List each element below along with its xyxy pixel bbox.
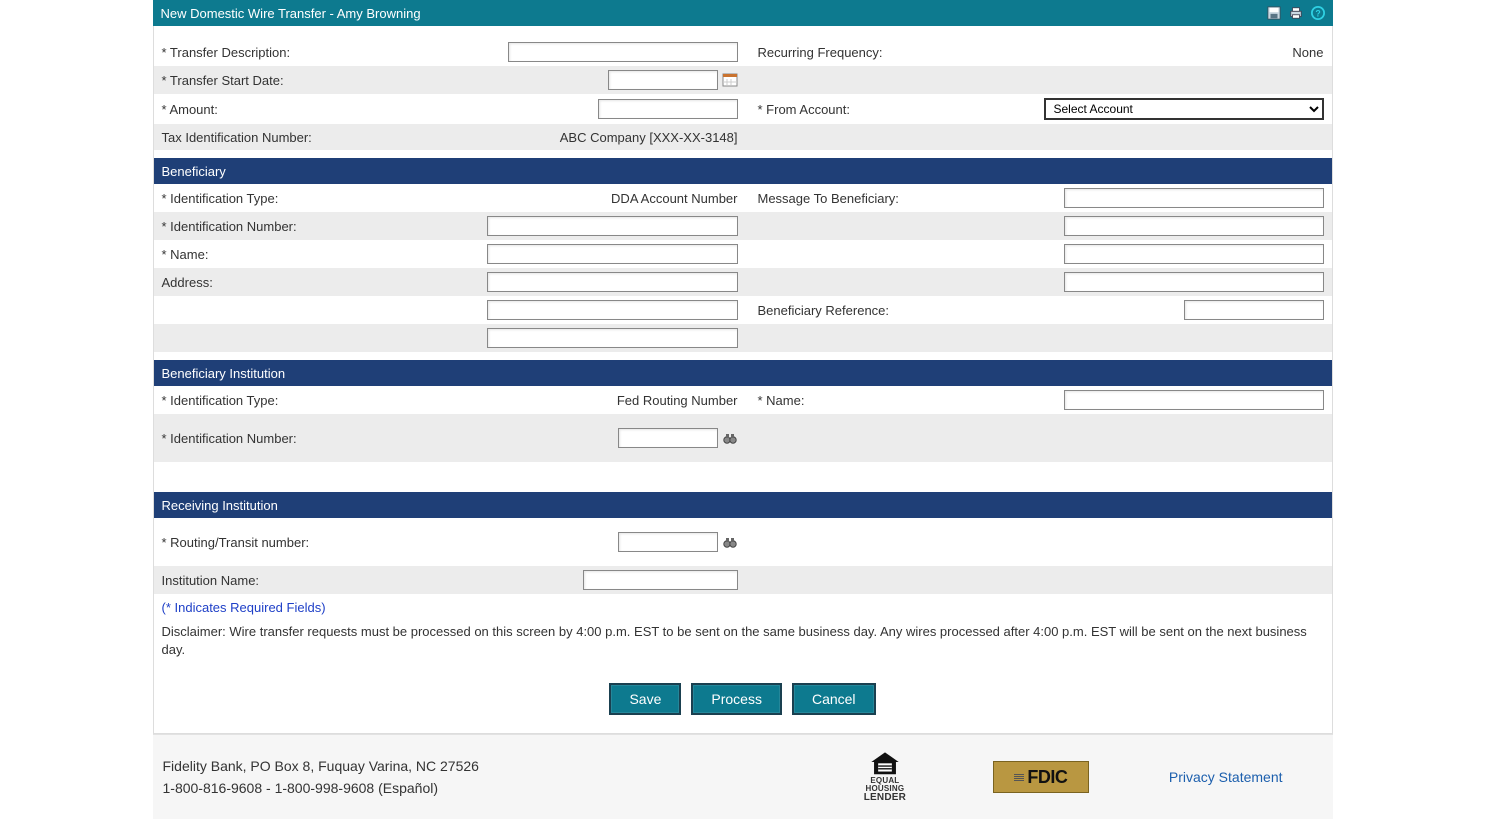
save-disk-icon[interactable] (1267, 6, 1281, 20)
bene-msg-input-2[interactable] (1064, 216, 1324, 236)
amount-label: * Amount: (154, 98, 479, 121)
amount-input[interactable] (598, 99, 738, 119)
bene-inst-id-number-label: * Identification Number: (154, 427, 479, 450)
bene-address-label: Address: (154, 271, 479, 294)
binoculars-icon[interactable] (722, 534, 738, 550)
receiving-institution-section-header: Receiving Institution (154, 492, 1332, 518)
bene-ref-input[interactable] (1184, 300, 1324, 320)
institution-name-label: Institution Name: (154, 569, 479, 592)
window-title-bar: New Domestic Wire Transfer - Amy Brownin… (153, 0, 1333, 26)
bene-inst-name-input[interactable] (1064, 390, 1324, 410)
recurring-frequency-label: Recurring Frequency: (746, 41, 1036, 64)
bene-inst-id-type-label: * Identification Type: (154, 389, 479, 412)
tin-label: Tax Identification Number: (154, 126, 479, 149)
privacy-statement-link[interactable]: Privacy Statement (1169, 769, 1283, 785)
equal-housing-lender-icon: EQUAL HOUSINGLENDER (857, 751, 913, 803)
bene-msg-label: Message To Beneficiary: (746, 187, 1036, 210)
fdic-badge: FDIC (993, 761, 1089, 793)
bene-id-number-input[interactable] (487, 216, 738, 236)
window-title: New Domestic Wire Transfer - Amy Brownin… (161, 6, 421, 21)
recurring-frequency-value: None (1044, 45, 1324, 60)
footer-address: Fidelity Bank, PO Box 8, Fuquay Varina, … (163, 755, 857, 777)
save-button[interactable]: Save (609, 683, 681, 715)
footer-phones: 1-800-816-9608 - 1-800-998-9608 (Español… (163, 777, 857, 799)
page-footer: Fidelity Bank, PO Box 8, Fuquay Varina, … (153, 734, 1333, 819)
bene-address-input-3[interactable] (487, 328, 738, 348)
process-button[interactable]: Process (691, 683, 782, 715)
bene-name-input[interactable] (487, 244, 738, 264)
transfer-description-label: * Transfer Description: (154, 41, 479, 64)
routing-number-label: * Routing/Transit number: (154, 531, 479, 554)
transfer-start-date-label: * Transfer Start Date: (154, 69, 479, 92)
cancel-button[interactable]: Cancel (792, 683, 876, 715)
bene-msg-input-1[interactable] (1064, 188, 1324, 208)
svg-text:?: ? (1315, 9, 1320, 19)
tin-value: ABC Company [XXX-XX-3148] (487, 130, 738, 145)
bene-msg-input-4[interactable] (1064, 272, 1324, 292)
from-account-label: * From Account: (746, 98, 1036, 121)
bene-msg-input-3[interactable] (1064, 244, 1324, 264)
disclaimer-text: Disclaimer: Wire transfer requests must … (154, 621, 1332, 671)
bene-inst-name-label: * Name: (746, 389, 1036, 412)
required-fields-note: (* Indicates Required Fields) (154, 594, 1332, 621)
institution-name-input[interactable] (583, 570, 738, 590)
transfer-description-input[interactable] (508, 42, 738, 62)
from-account-select[interactable]: Select Account (1044, 98, 1324, 120)
bene-address-input-2[interactable] (487, 300, 738, 320)
bene-id-type-label: * Identification Type: (154, 187, 479, 210)
bene-inst-id-type-value: Fed Routing Number (487, 393, 738, 408)
binoculars-icon[interactable] (722, 430, 738, 446)
beneficiary-section-header: Beneficiary (154, 158, 1332, 184)
bene-name-label: * Name: (154, 243, 479, 266)
calendar-icon[interactable] (722, 72, 738, 88)
print-icon[interactable] (1289, 6, 1303, 20)
bene-ref-label: Beneficiary Reference: (746, 299, 1036, 322)
bene-address-input-1[interactable] (487, 272, 738, 292)
transfer-start-date-input[interactable] (608, 70, 718, 90)
bene-id-type-value: DDA Account Number (487, 191, 738, 206)
routing-number-input[interactable] (618, 532, 718, 552)
bene-institution-section-header: Beneficiary Institution (154, 360, 1332, 386)
bene-inst-id-number-input[interactable] (618, 428, 718, 448)
bene-id-number-label: * Identification Number: (154, 215, 479, 238)
help-icon[interactable]: ? (1311, 6, 1325, 20)
